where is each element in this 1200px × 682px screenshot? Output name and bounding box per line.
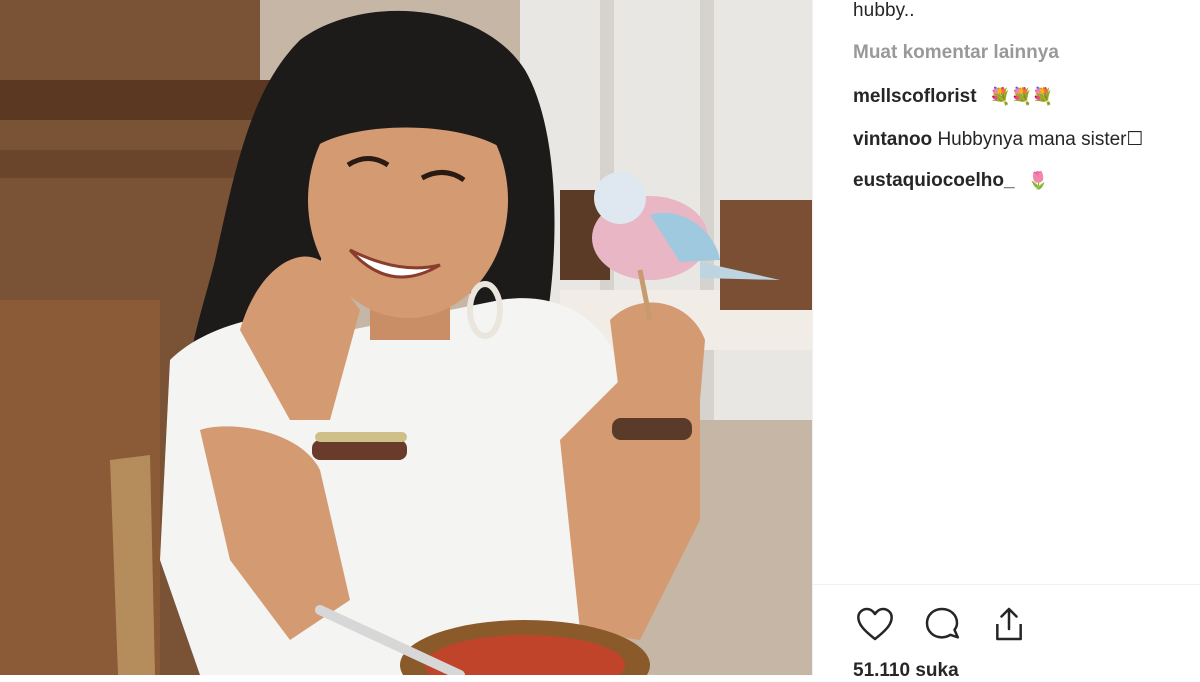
photo-illustration	[0, 0, 812, 675]
like-button[interactable]	[853, 602, 897, 646]
caption-text: hubby..	[853, 0, 915, 21]
comment-emoji: 🌷	[1027, 171, 1049, 190]
load-more-comments-button[interactable]: Muat komentar lainnya	[853, 42, 1059, 64]
share-button[interactable]	[987, 602, 1031, 646]
comment-username[interactable]: vintanoo	[853, 129, 932, 150]
comment-item: vintanoo Hubbynya mana sister☐	[853, 128, 1144, 151]
comment-username[interactable]: eustaquiocoelho_	[853, 170, 1015, 191]
comment-item: mellscoflorist 💐💐💐	[853, 86, 1053, 108]
divider	[813, 584, 1200, 585]
post-photo	[0, 0, 812, 675]
comment-username[interactable]: mellscoflorist	[853, 86, 977, 107]
heart-icon	[857, 607, 893, 641]
comment-emoji: 💐💐💐	[989, 87, 1054, 106]
comment-emoji: ☐	[1126, 129, 1144, 150]
comment-button[interactable]	[920, 602, 964, 646]
speech-bubble-icon	[925, 607, 960, 639]
comment-text: Hubbynya mana sister	[937, 129, 1127, 150]
share-icon	[996, 607, 1022, 641]
likes-count[interactable]: 51.110 suka	[853, 660, 959, 682]
comment-item: eustaquiocoelho_ 🌷	[853, 170, 1049, 192]
comments-panel: hubby.. Muat komentar lainnya mellscoflo…	[812, 0, 1200, 681]
